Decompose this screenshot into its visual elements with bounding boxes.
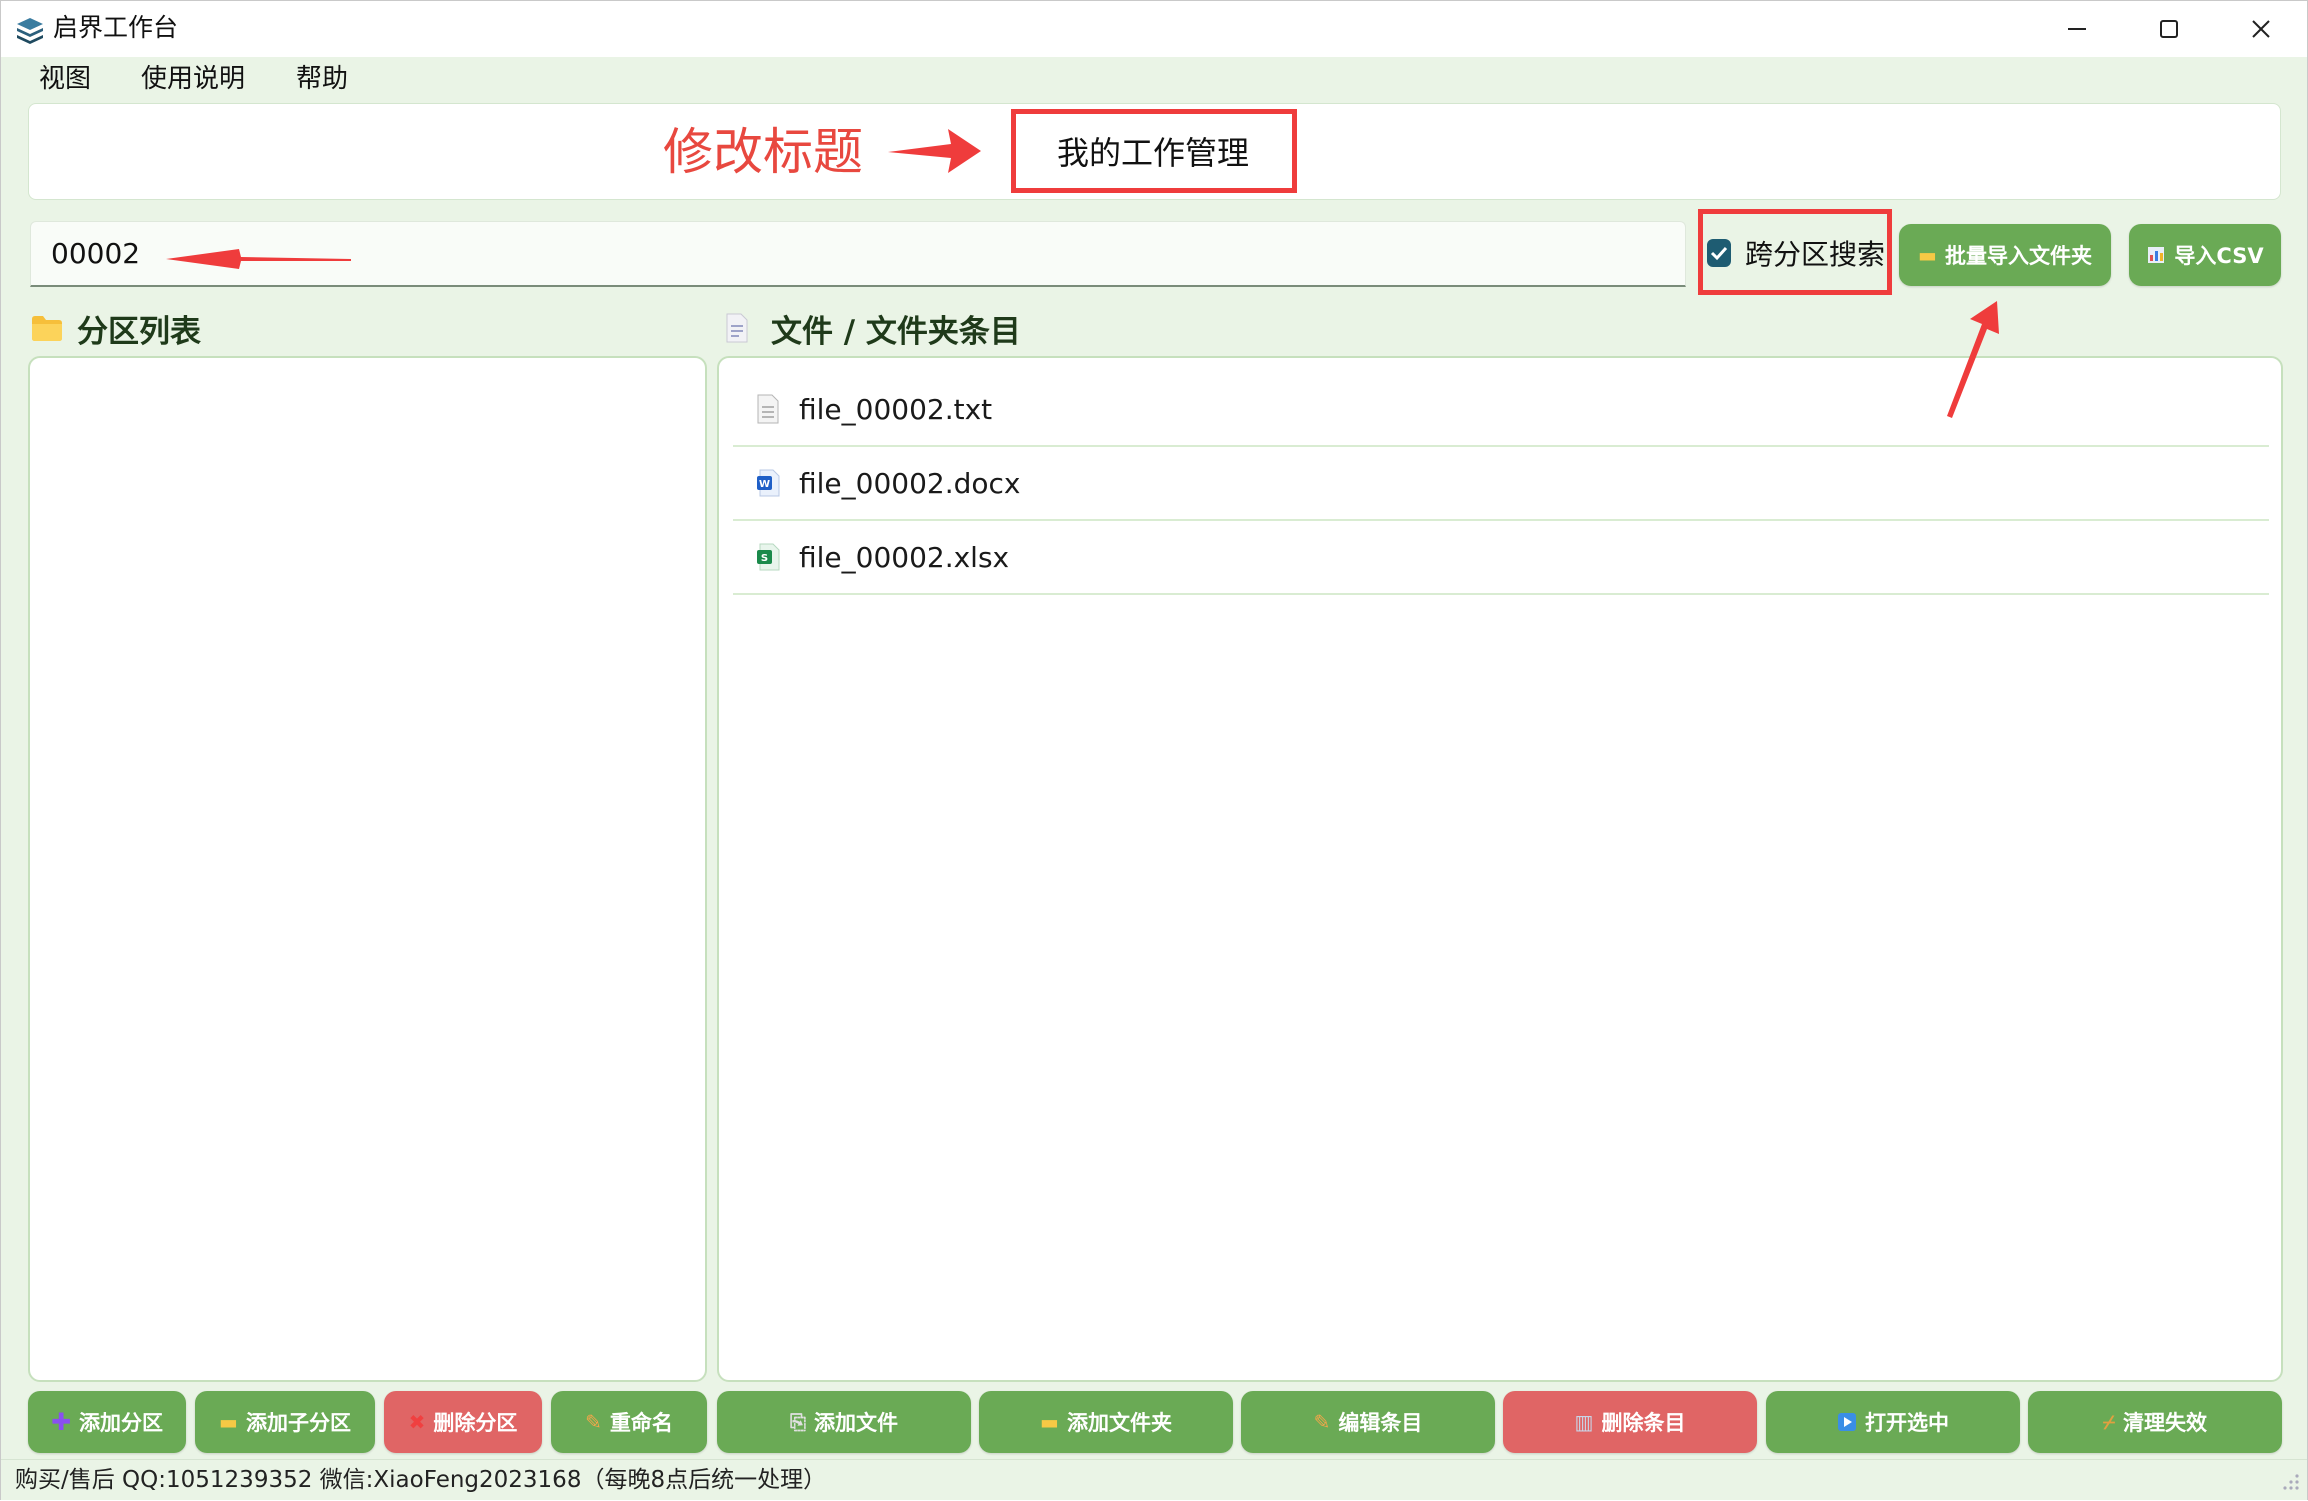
clean-invalid-label: 清理失效 [2123, 1411, 2207, 1435]
folder-icon: ▬ [1918, 243, 1937, 267]
menu-bar: 视图 使用说明 帮助 [1, 57, 2307, 101]
title-bar: 启界工作台 [1, 1, 2307, 57]
partition-list-title: 分区列表 [77, 313, 201, 350]
file-name: file_00002.xlsx [799, 540, 1010, 574]
batch-import-folder-label: 批量导入文件夹 [1944, 244, 2092, 268]
folder-icon [32, 316, 62, 341]
entries-heading: 文件 / 文件夹条目 [725, 305, 1021, 351]
import-csv-label: 导入CSV [2174, 244, 2264, 268]
checkmark-icon [1710, 246, 1728, 261]
rename-button[interactable]: ✎ 重命名 [551, 1391, 707, 1453]
annotation-label: 修改标题 [663, 123, 863, 181]
add-subpartition-label: 添加子分区 [245, 1411, 351, 1435]
status-bar: 购买/售后 QQ:1051239352 微信:XiaoFeng2023168（每… [1, 1459, 2307, 1500]
cross-mark-icon: ✖ [408, 1410, 426, 1434]
cross-partition-checkbox[interactable] [1707, 239, 1731, 267]
add-file-button[interactable]: ⎘ 添加文件 [717, 1391, 971, 1453]
open-selected-button[interactable]: 打开选中 [1766, 1391, 2020, 1453]
text-file-icon [755, 394, 781, 424]
delete-partition-button[interactable]: ✖ 删除分区 [384, 1391, 542, 1453]
add-file-label: 添加文件 [814, 1411, 898, 1435]
list-item[interactable]: W file_00002.docx [733, 447, 2269, 521]
partition-tree[interactable] [28, 356, 707, 1382]
folder-icon: ▬ [219, 1410, 238, 1434]
document-icon [726, 313, 748, 343]
plus-icon: ✚ [50, 1408, 72, 1436]
file-name: file_00002.txt [799, 392, 993, 426]
delete-partition-label: 删除分区 [433, 1411, 518, 1435]
bar-chart-icon [2148, 247, 2165, 263]
folder-icon: ▬ [1040, 1410, 1059, 1434]
batch-import-folder-button[interactable]: ▬ 批量导入文件夹 [1899, 224, 2111, 286]
partition-list-heading: 分区列表 [31, 305, 201, 351]
app-window: 启界工作台 视图 使用说明 帮助 修改标题 我的工作管理 跨分区搜索 ▬ 批量导… [0, 0, 2308, 1500]
paperclip-icon: ⎘ [790, 1410, 806, 1434]
svg-text:S: S [761, 553, 768, 564]
entries-title: 文件 / 文件夹条目 [771, 313, 1021, 350]
edit-entry-button[interactable]: ✎ 编辑条目 [1241, 1391, 1495, 1453]
minimize-button[interactable] [2031, 1, 2123, 57]
pencil-icon: ✎ [1313, 1410, 1331, 1434]
svg-text:W: W [759, 479, 770, 490]
menu-view[interactable]: 视图 [29, 61, 101, 97]
cross-partition-label: 跨分区搜索 [1744, 238, 1885, 271]
file-name: file_00002.docx [799, 466, 1021, 500]
play-icon [1838, 1413, 1856, 1431]
close-button[interactable] [2215, 1, 2307, 57]
open-selected-label: 打开选中 [1865, 1411, 1949, 1435]
delete-entry-button[interactable]: ▥ 删除条目 [1503, 1391, 1757, 1453]
delete-entry-label: 删除条目 [1601, 1411, 1686, 1435]
rename-label: 重命名 [609, 1411, 673, 1435]
resize-grip-icon[interactable] [2279, 1470, 2301, 1492]
status-text: 购买/售后 QQ:1051239352 微信:XiaoFeng2023168（每… [15, 1467, 827, 1493]
entries-list: file_00002.txt W file_00002.docx S file_… [717, 356, 2283, 1382]
add-partition-button[interactable]: ✚ 添加分区 [28, 1391, 186, 1453]
minimize-icon [2068, 28, 2086, 30]
broom-icon: ⌿ [2103, 1410, 2115, 1434]
word-file-icon: W [755, 468, 781, 498]
maximize-icon [2160, 20, 2178, 38]
close-icon [2252, 20, 2270, 38]
edit-entry-label: 编辑条目 [1338, 1411, 1423, 1435]
menu-instructions[interactable]: 使用说明 [131, 61, 255, 97]
window-title: 启界工作台 [53, 13, 179, 42]
add-partition-label: 添加分区 [79, 1411, 164, 1435]
excel-file-icon: S [755, 542, 781, 572]
add-folder-label: 添加文件夹 [1066, 1411, 1172, 1435]
add-folder-button[interactable]: ▬ 添加文件夹 [979, 1391, 1233, 1453]
import-csv-button[interactable]: 导入CSV [2129, 224, 2281, 286]
list-item[interactable]: file_00002.txt [733, 373, 2269, 447]
clean-invalid-button[interactable]: ⌿ 清理失效 [2028, 1391, 2282, 1453]
pencil-icon: ✎ [585, 1410, 602, 1434]
cross-partition-search-toggle[interactable]: 跨分区搜索 [1703, 215, 1885, 291]
list-item[interactable]: S file_00002.xlsx [733, 521, 2269, 595]
menu-help[interactable]: 帮助 [286, 61, 358, 97]
maximize-button[interactable] [2123, 1, 2215, 57]
search-input[interactable] [30, 221, 1686, 287]
add-subpartition-button[interactable]: ▬ 添加子分区 [195, 1391, 375, 1453]
trash-icon: ▥ [1574, 1410, 1594, 1434]
page-title[interactable]: 我的工作管理 [1013, 112, 1293, 190]
app-logo-icon [17, 18, 43, 44]
